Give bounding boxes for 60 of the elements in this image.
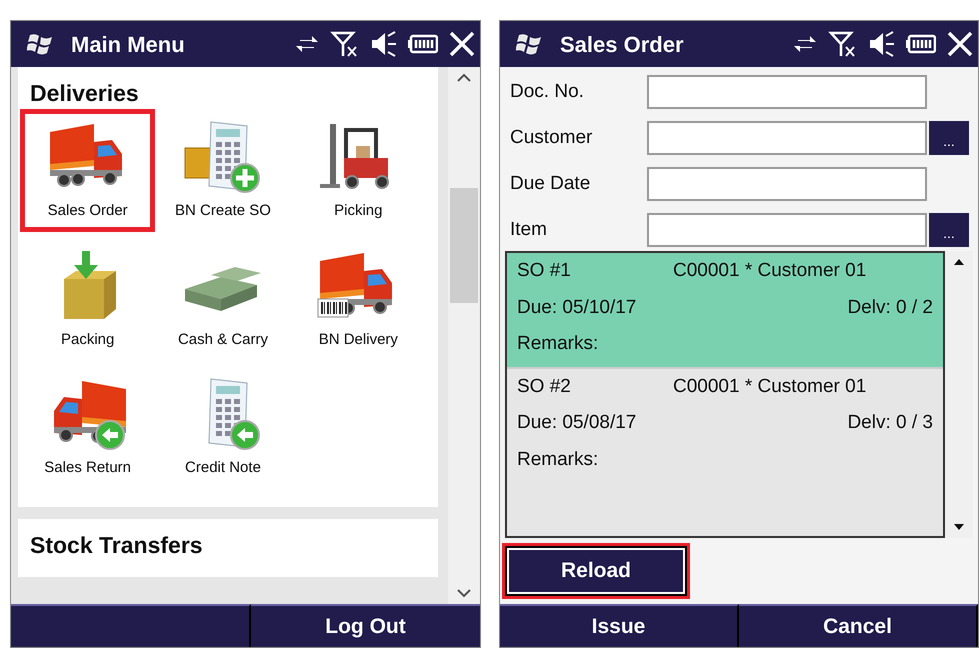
input-field[interactable]: [647, 75, 927, 109]
window-title: Main Menu: [71, 30, 185, 58]
window-title: Sales Order: [560, 30, 684, 58]
section-heading: Deliveries: [30, 79, 140, 107]
browse-button[interactable]: ...: [929, 121, 969, 155]
menu-item-label: Picking: [334, 201, 382, 221]
list-scrollbar[interactable]: [945, 251, 973, 538]
speaker-icon: [370, 30, 398, 58]
menu-item[interactable]: Sales Order: [20, 109, 156, 232]
speaker-icon: [868, 30, 896, 58]
section-heading: Stock Transfers: [30, 530, 204, 558]
battery-icon: [408, 34, 438, 54]
menu-item-label: BN Delivery: [318, 330, 398, 350]
order-customer: C00001 * Customer 01: [673, 374, 866, 398]
order-number: SO #2: [517, 374, 572, 398]
menu-item[interactable]: Sales Return: [20, 366, 156, 488]
windows-flag-icon: [516, 33, 542, 55]
field-label: Due Date: [510, 172, 592, 196]
menu-item-label: BN Create SO: [175, 201, 271, 221]
battery-icon: [906, 34, 936, 54]
order-row[interactable]: SO #1 C00001 * Customer 01 Due: 05/10/17 Delv: 0 / 2 Remarks:: [507, 253, 943, 366]
reload-button[interactable]: Reload: [507, 548, 685, 594]
order-due-date: Due: 05/10/17: [517, 296, 636, 320]
scroll-up-icon[interactable]: [457, 73, 471, 83]
order-delivered: Delv: 0 / 3: [847, 411, 933, 435]
field-label: Doc. No.: [510, 80, 585, 104]
menu-item-label: Sales Order: [48, 201, 128, 221]
close-icon[interactable]: [448, 30, 476, 58]
scroll-up-icon[interactable]: [954, 259, 964, 265]
scroll-down-icon[interactable]: [457, 588, 471, 598]
action-button[interactable]: Issue: [500, 604, 739, 647]
order-number: SO #1: [517, 259, 572, 283]
action-button[interactable]: Cancel: [739, 604, 978, 647]
order-delivered: Delv: 0 / 2: [847, 296, 933, 320]
order-due-date: Due: 05/08/17: [517, 411, 636, 435]
menu-item[interactable]: Credit Note: [155, 366, 291, 488]
scroll-thumb[interactable]: [450, 188, 478, 303]
input-field[interactable]: [647, 167, 927, 201]
menu-item[interactable]: Picking: [290, 109, 426, 232]
input-field[interactable]: [647, 213, 927, 247]
field-label: Customer: [510, 126, 594, 150]
menu-item-label: Cash & Carry: [178, 330, 268, 350]
menu-item-label: Packing: [60, 330, 114, 350]
blank-button[interactable]: [11, 604, 251, 647]
scrollbar[interactable]: [448, 67, 480, 604]
order-remarks: Remarks:: [517, 332, 600, 356]
order-customer: C00001 * Customer 01: [673, 259, 866, 283]
menu-item-label: Credit Note: [185, 458, 261, 478]
field-label: Item: [510, 218, 548, 242]
menu-item[interactable]: Packing: [20, 238, 156, 360]
browse-button[interactable]: ...: [929, 213, 969, 247]
menu-item[interactable]: BN Delivery: [290, 238, 426, 360]
input-field[interactable]: [647, 121, 927, 155]
menu-item-label: Sales Return: [44, 458, 132, 478]
menu-item[interactable]: BN Create SO: [155, 109, 291, 232]
windows-flag-icon: [27, 33, 53, 55]
menu-item[interactable]: Cash & Carry: [155, 238, 291, 360]
order-remarks: Remarks:: [517, 448, 600, 472]
close-icon[interactable]: [946, 30, 974, 58]
scroll-down-icon[interactable]: [954, 524, 964, 530]
